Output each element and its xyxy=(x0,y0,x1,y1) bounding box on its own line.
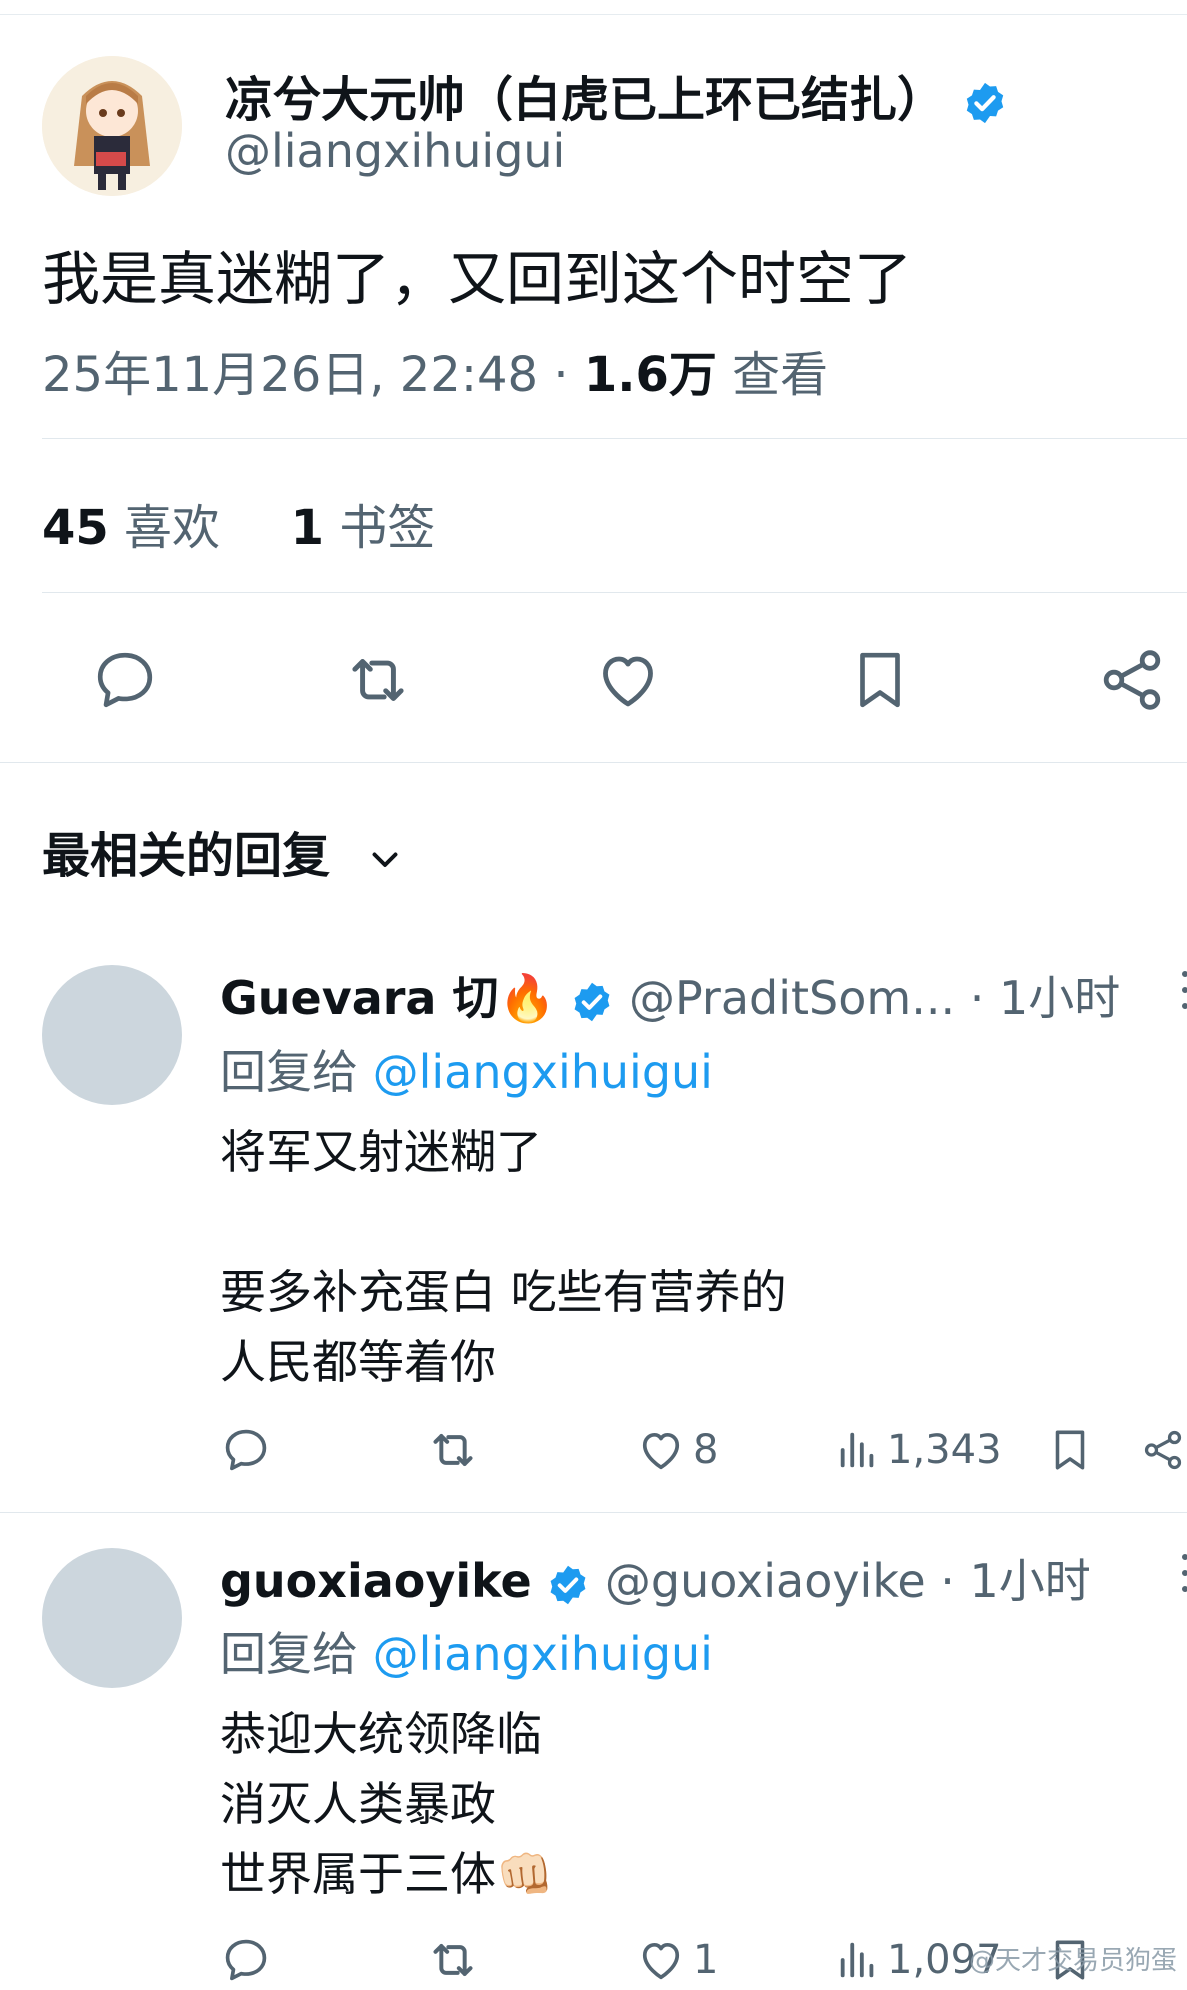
retweet-button[interactable] xyxy=(338,640,418,720)
bookmark-icon xyxy=(1055,1430,1085,1470)
like-button[interactable] xyxy=(588,640,668,720)
bookmark-icon xyxy=(860,652,900,708)
reply-to-line: 回复给 @liangxihuigui xyxy=(220,1036,713,1102)
bookmarks-label: 书签 xyxy=(324,500,436,556)
reply-to-label: 回复给 xyxy=(220,1627,373,1681)
views-button[interactable]: 1,343 xyxy=(835,1420,1002,1480)
tweet-text: 我是真迷糊了，又回到这个时空了 xyxy=(42,245,913,313)
retweet-icon xyxy=(433,1434,473,1466)
reply-to-handle[interactable]: @liangxihuigui xyxy=(373,1045,713,1099)
reply-actions: 8 1,343 xyxy=(0,1420,1187,1480)
tweet-meta: 25年11月26日, 22:48 · 1.6万 查看 xyxy=(42,335,828,405)
share-icon xyxy=(1103,650,1161,710)
tweet-stats: 45 喜欢 1 书签 xyxy=(42,488,435,558)
divider xyxy=(42,438,1187,439)
anime-avatar-icon xyxy=(42,56,182,196)
retweet-icon xyxy=(433,1944,473,1976)
reply-to-handle[interactable]: @liangxihuigui xyxy=(373,1627,713,1681)
reply-text-line: 人民都等着你 xyxy=(220,1335,496,1389)
reply-text-line: 恭迎大统领降临 xyxy=(220,1707,542,1761)
reply-header: Guevara 切🔥 @PraditSom... · 1小时 xyxy=(220,962,1120,1028)
like-icon xyxy=(642,1942,680,1980)
reply-to-line: 回复给 @liangxihuigui xyxy=(220,1618,713,1684)
author-handle[interactable]: @liangxihuigui xyxy=(225,124,565,178)
chevron-down-icon xyxy=(372,852,398,867)
reply-author-handle[interactable]: @guoxiaoyike xyxy=(605,1554,926,1608)
likes-label: 喜欢 xyxy=(108,500,221,556)
verified-badge-icon xyxy=(966,82,1003,124)
verified-badge-icon xyxy=(550,1565,586,1604)
reply-text-line: 将军又射迷糊了 xyxy=(220,1125,542,1179)
like-count: 1 xyxy=(693,1937,719,1983)
divider xyxy=(0,762,1187,763)
reply-time[interactable]: · 1小时 xyxy=(955,971,1121,1025)
tweet-datetime[interactable]: 25年11月26日, 22:48 xyxy=(42,347,538,403)
views-label: 查看 xyxy=(716,347,829,403)
likes-count: 45 xyxy=(42,500,109,556)
bookmarks-count: 1 xyxy=(290,500,324,556)
author-avatar[interactable] xyxy=(42,56,182,196)
bookmarks-stat[interactable]: 1 书签 xyxy=(291,500,436,556)
like-icon xyxy=(642,1432,680,1470)
reply-icon xyxy=(97,652,153,708)
reply-text-line: 要多补充蛋白 吃些有营养的 xyxy=(220,1265,787,1319)
tweet-actions xyxy=(0,640,1187,720)
reply-button[interactable] xyxy=(220,1420,278,1480)
share-icon xyxy=(1144,1430,1182,1470)
retweet-icon xyxy=(352,659,404,701)
bookmark-button[interactable] xyxy=(1045,1420,1101,1480)
verified-badge-icon xyxy=(574,982,610,1021)
reply-time[interactable]: · 1小时 xyxy=(926,1554,1091,1608)
reply-sort-dropdown[interactable]: 最相关的回复 xyxy=(42,816,403,886)
reply-icon xyxy=(225,1429,267,1471)
retweet-button[interactable] xyxy=(425,1420,487,1480)
reply-author-name[interactable]: guoxiaoyike xyxy=(220,1554,532,1608)
reply-to-label: 回复给 xyxy=(220,1045,373,1099)
views-chart-icon xyxy=(840,1942,874,1978)
reply-avatar[interactable] xyxy=(42,1548,182,1688)
divider xyxy=(42,592,1187,593)
reply-text-line: 消灭人类暴政 xyxy=(220,1777,496,1831)
reply-author-name[interactable]: Guevara 切🔥 xyxy=(220,971,556,1025)
like-button[interactable]: 8 xyxy=(635,1420,718,1480)
more-options-icon[interactable] xyxy=(1173,1551,1187,1595)
retweet-button[interactable] xyxy=(425,1930,487,1990)
like-button[interactable]: 1 xyxy=(635,1930,718,1990)
reply-author-handle[interactable]: @PraditSom... xyxy=(629,971,955,1025)
likes-stat[interactable]: 45 喜欢 xyxy=(42,500,220,556)
more-options-icon[interactable] xyxy=(1173,968,1187,1012)
bookmark-button[interactable] xyxy=(840,640,920,720)
watermark: @天才交易员狗蛋 xyxy=(968,1946,1177,1976)
meta-separator: · xyxy=(538,347,584,403)
reply-header: guoxiaoyike @guoxiaoyike · 1小时 xyxy=(220,1545,1091,1611)
divider xyxy=(0,1512,1187,1513)
like-icon xyxy=(603,656,653,707)
reply-icon xyxy=(225,1939,267,1981)
top-border xyxy=(0,0,1187,15)
views-count: 1,343 xyxy=(887,1427,1002,1473)
author-name-row[interactable]: 凉兮大元帅（白虎已上环已结扎） xyxy=(225,60,1008,130)
views-chart-icon xyxy=(840,1432,874,1468)
share-button[interactable] xyxy=(1092,640,1172,720)
views-count: 1.6万 xyxy=(583,347,717,403)
share-button[interactable] xyxy=(1140,1420,1187,1480)
author-name[interactable]: 凉兮大元帅（白虎已上环已结扎） xyxy=(225,72,945,128)
sort-label: 最相关的回复 xyxy=(42,828,331,884)
reply-avatar[interactable] xyxy=(42,965,182,1105)
reply-button[interactable] xyxy=(220,1930,278,1990)
reply-text-line: 世界属于三体👊🏻 xyxy=(220,1847,554,1901)
like-count: 8 xyxy=(693,1427,719,1473)
reply-button[interactable] xyxy=(85,640,165,720)
